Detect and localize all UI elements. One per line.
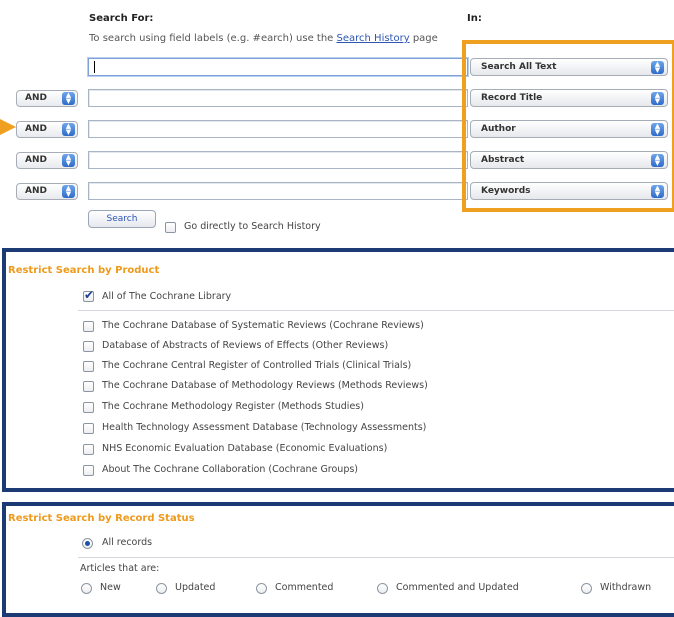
restrict-product-heading: Restrict Search by Product <box>8 265 160 276</box>
status-label-updated: Updated <box>175 582 216 593</box>
operator-select-5-value: AND <box>25 186 47 196</box>
operator-select-4[interactable]: AND ▲ ▼ <box>16 152 78 169</box>
select-stepper-icon: ▲ ▼ <box>62 185 75 198</box>
all-library-checkbox[interactable] <box>83 288 94 302</box>
product-checkbox-4[interactable] <box>83 381 94 392</box>
status-radio-commented-updated[interactable] <box>377 583 388 594</box>
select-stepper-icon: ▲ ▼ <box>62 154 75 167</box>
status-radio-new[interactable] <box>81 583 92 594</box>
product-checkbox-8[interactable] <box>83 465 94 476</box>
search-hint-text: To search using field labels (e.g. #earc… <box>89 33 334 44</box>
product-label-6: Health Technology Assessment Database (T… <box>102 422 427 433</box>
search-for-label: Search For: <box>89 13 154 24</box>
status-divider <box>78 557 674 558</box>
highlight-arrow-icon <box>0 119 16 135</box>
search-term-input-1[interactable] <box>88 58 468 76</box>
product-label-3: The Cochrane Central Register of Control… <box>102 360 412 371</box>
operator-select-2[interactable]: AND ▲ ▼ <box>16 90 78 107</box>
search-button[interactable]: Search <box>88 210 156 228</box>
product-label-7: NHS Economic Evaluation Database (Econom… <box>102 443 388 454</box>
product-label-1: The Cochrane Database of Systematic Revi… <box>102 320 424 331</box>
operator-select-3[interactable]: AND ▲ ▼ <box>16 121 78 138</box>
operator-select-5[interactable]: AND ▲ ▼ <box>16 183 78 200</box>
status-label-commented: Commented <box>275 582 334 593</box>
search-hint: To search using field labels (e.g. #earc… <box>89 33 438 44</box>
status-label-commented-updated: Commented and Updated <box>396 582 519 593</box>
search-term-input-5[interactable] <box>88 182 468 200</box>
product-label-5: The Cochrane Methodology Register (Metho… <box>102 401 364 412</box>
operator-select-2-value: AND <box>25 93 47 103</box>
product-checkbox-3[interactable] <box>83 361 94 372</box>
search-history-link[interactable]: Search History <box>337 33 410 44</box>
select-stepper-icon: ▲ ▼ <box>62 92 75 105</box>
status-label-new: New <box>100 582 121 593</box>
search-hint-suffix: page <box>412 33 438 44</box>
status-radio-withdrawn[interactable] <box>581 583 592 594</box>
search-term-input-2[interactable] <box>88 89 468 107</box>
operator-select-3-value: AND <box>25 124 47 134</box>
search-term-input-4[interactable] <box>88 151 468 169</box>
status-radio-commented[interactable] <box>256 583 267 594</box>
in-label: In: <box>467 13 482 24</box>
articles-that-are-label: Articles that are: <box>80 563 160 574</box>
status-label-withdrawn: Withdrawn <box>600 582 652 593</box>
text-caret <box>94 61 95 73</box>
search-term-input-3[interactable] <box>88 120 468 138</box>
go-directly-checkbox[interactable] <box>165 222 176 233</box>
product-label-8: About The Cochrane Collaboration (Cochra… <box>102 464 359 475</box>
product-label-2: Database of Abstracts of Reviews of Effe… <box>102 340 389 351</box>
all-records-label: All records <box>102 537 153 548</box>
all-library-label: All of The Cochrane Library <box>102 291 232 302</box>
product-checkbox-5[interactable] <box>83 402 94 413</box>
product-checkbox-2[interactable] <box>83 341 94 352</box>
product-divider <box>78 310 674 311</box>
select-stepper-icon: ▲ ▼ <box>62 123 75 136</box>
product-checkbox-6[interactable] <box>83 423 94 434</box>
field-highlight-frame <box>462 40 674 212</box>
product-label-4: The Cochrane Database of Methodology Rev… <box>102 380 428 391</box>
status-radio-updated[interactable] <box>156 583 167 594</box>
operator-select-4-value: AND <box>25 155 47 165</box>
restrict-status-heading: Restrict Search by Record Status <box>8 513 195 524</box>
product-checkbox-7[interactable] <box>83 444 94 455</box>
all-records-radio[interactable] <box>82 538 93 549</box>
go-directly-label: Go directly to Search History <box>184 221 321 232</box>
product-checkbox-1[interactable] <box>83 321 94 332</box>
